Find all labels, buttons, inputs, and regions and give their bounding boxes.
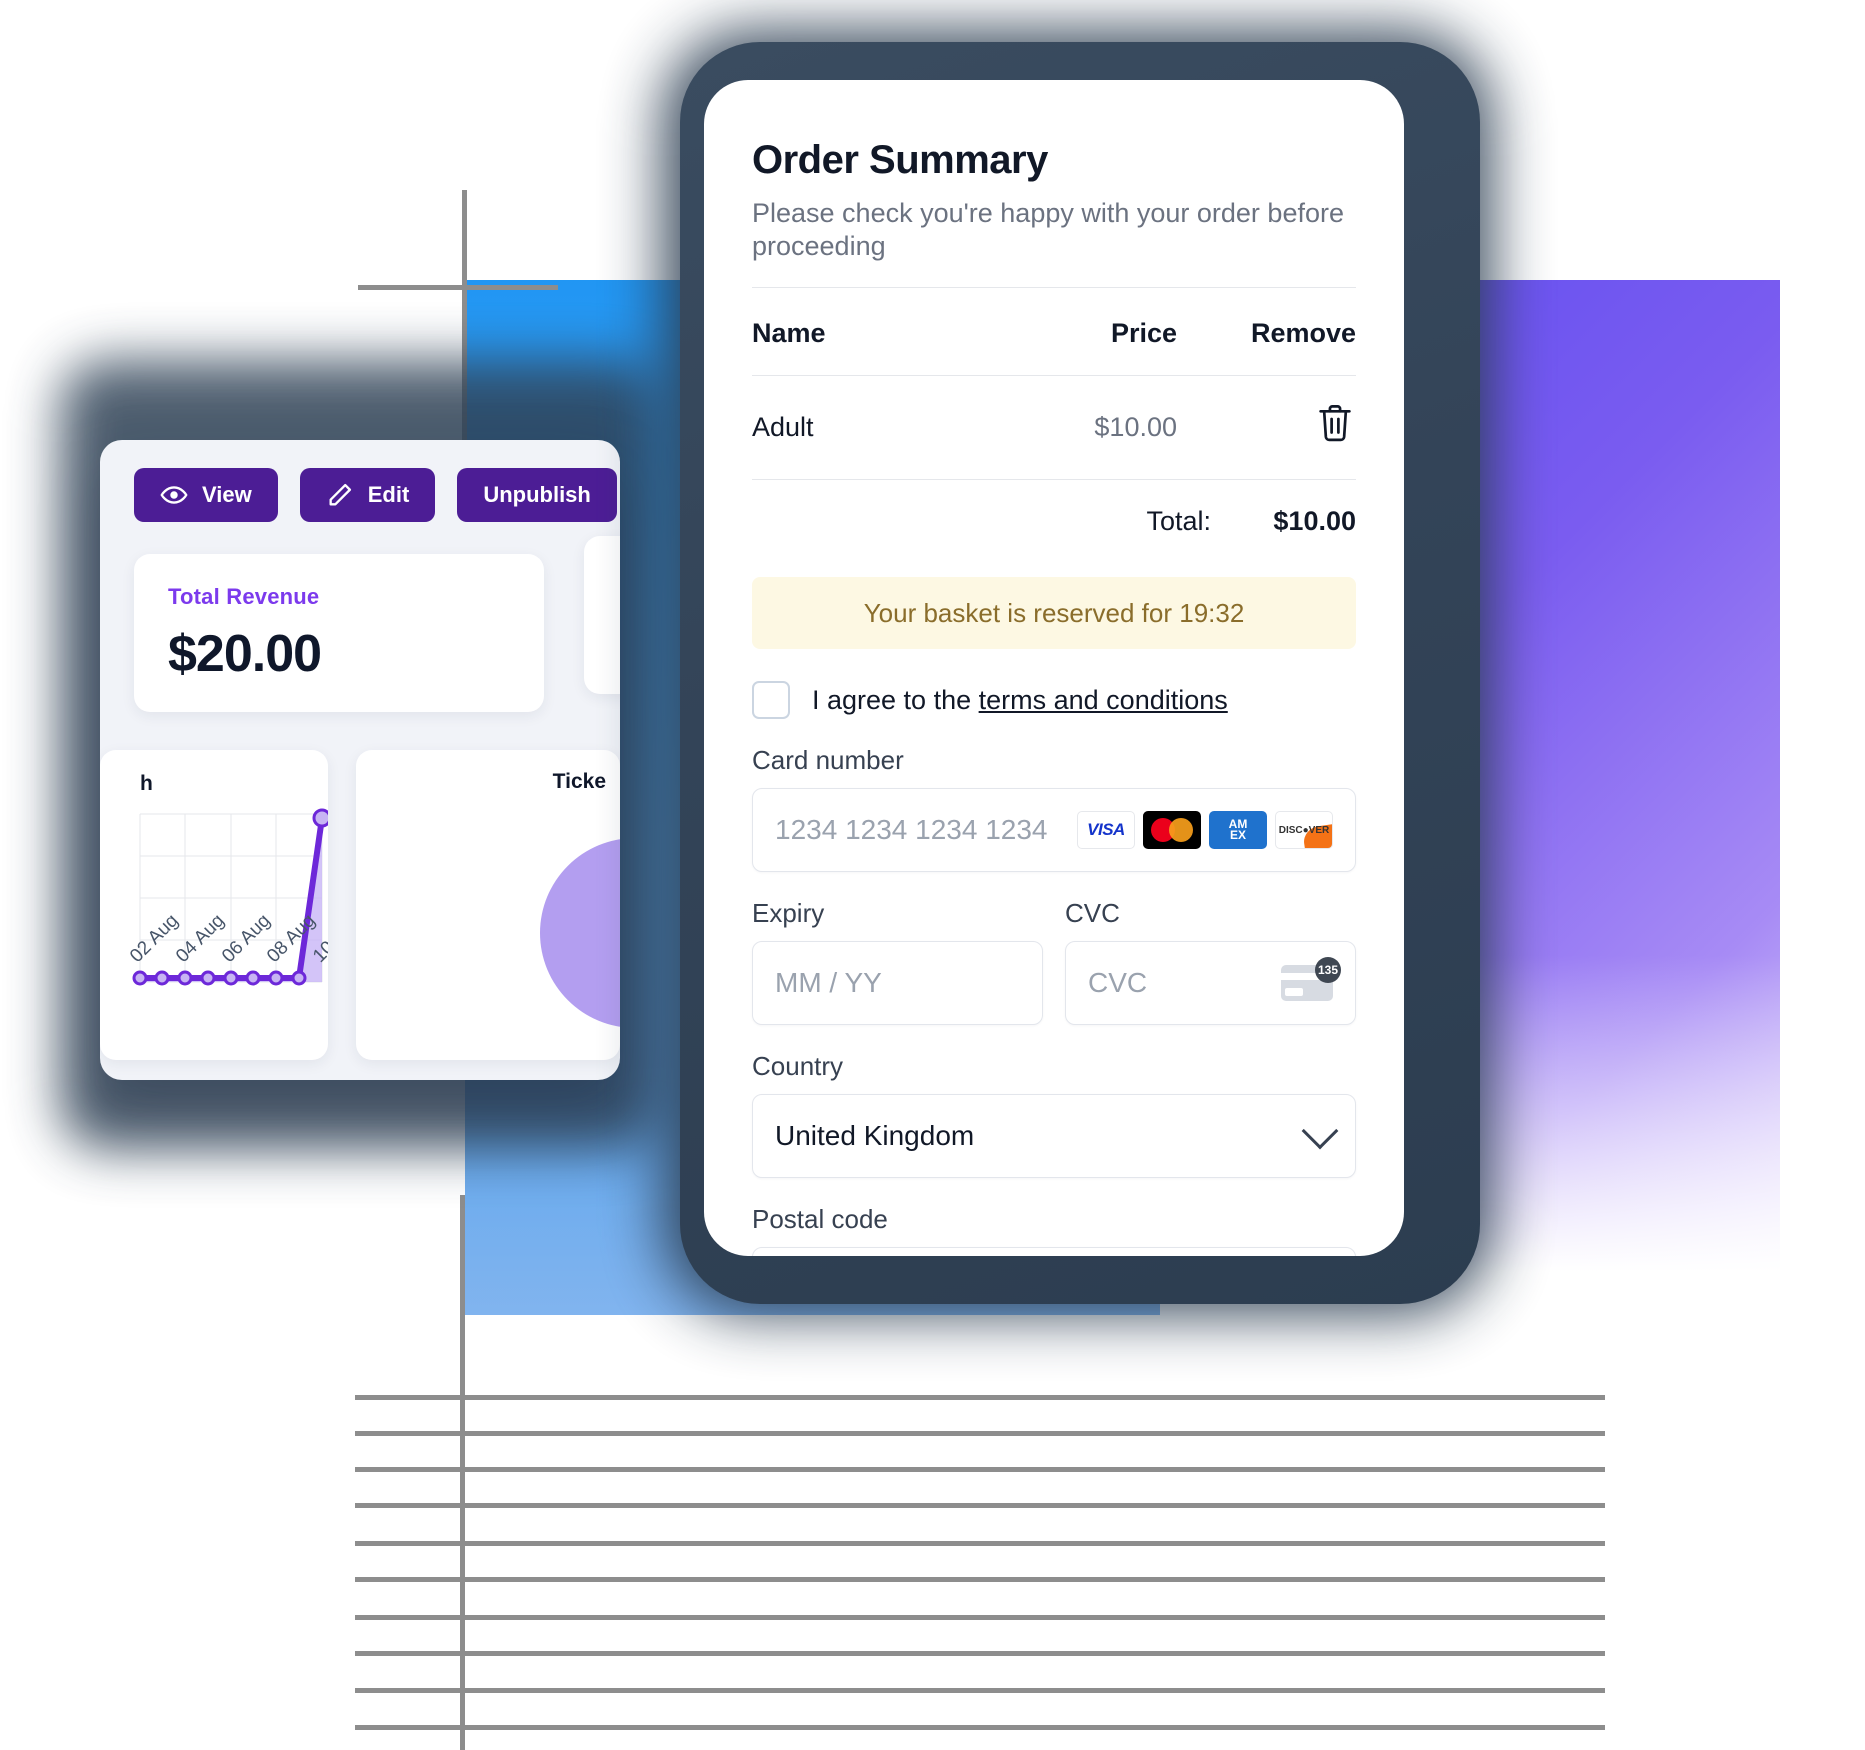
grid-horizontal-line <box>355 1688 1605 1693</box>
grid-horizontal-line <box>355 1615 1605 1620</box>
ticket-pie-chart-card: Ticke <box>355 750 620 1060</box>
expiry-placeholder: MM / YY <box>775 967 882 999</box>
view-button-label: View <box>202 482 252 507</box>
terms-label: I agree to the terms and conditions <box>812 685 1228 716</box>
amex-icon: AM EX <box>1209 811 1267 850</box>
terms-agreement-row: I agree to the terms and conditions <box>752 681 1356 720</box>
postal-code-label: Postal code <box>752 1204 888 1235</box>
column-header-remove: Remove <box>1250 318 1356 349</box>
basket-reservation-notice: Your basket is reserved for 19:32 <box>752 577 1356 650</box>
view-button[interactable]: View <box>134 468 278 522</box>
secondary-stat-card <box>584 536 620 694</box>
total-value: $10.00 <box>1211 479 1356 564</box>
edit-button-label: Edit <box>367 482 410 507</box>
trash-icon <box>1314 405 1356 449</box>
chevron-down-icon <box>1301 1113 1339 1150</box>
page-title: Order Summary <box>752 138 1048 182</box>
grid-decoration <box>355 1195 1605 1750</box>
dashboard-card: View Edit Unpublish Total Revenue $20.00… <box>100 440 620 1080</box>
table-row: Adult $10.00 <box>752 375 1356 480</box>
terms-checkbox[interactable] <box>752 681 790 720</box>
discover-icon: DISC●VER <box>1275 811 1333 850</box>
grid-horizontal-line <box>355 1467 1605 1472</box>
line-chart-title: h <box>140 772 153 795</box>
visa-icon: VISA <box>1077 811 1135 850</box>
country-value: United Kingdom <box>775 1120 975 1152</box>
unpublish-button-label: Unpublish <box>483 482 591 507</box>
grid-vertical-line <box>460 1195 465 1750</box>
order-summary-table: Name Price Remove Adult $10.00 Total: $1… <box>752 288 1356 564</box>
unpublish-button[interactable]: Unpublish <box>457 468 617 522</box>
card-brand-icons: VISA AM EX DISC●VER <box>1077 811 1333 850</box>
terms-text-before: I agree to the <box>812 684 979 715</box>
grid-horizontal-line <box>355 1395 1605 1400</box>
eye-icon <box>160 481 188 509</box>
total-revenue-label: Total Revenue <box>168 584 320 609</box>
grid-horizontal-line <box>355 1503 1605 1508</box>
grid-horizontal-line <box>355 1577 1605 1582</box>
cvc-label: CVC <box>1065 898 1120 929</box>
charts-row: h 02 Aug 04 Aug 06 Aug 08 Aug 10 Ticke <box>100 750 620 1060</box>
screenshot-stage: View Edit Unpublish Total Revenue $20.00… <box>0 0 1865 1750</box>
expiry-label: Expiry <box>752 898 825 929</box>
grid-horizontal-line <box>355 1541 1605 1546</box>
total-revenue-card: Total Revenue $20.00 <box>134 554 544 712</box>
mastercard-icon <box>1143 811 1201 850</box>
grid-horizontal-line <box>355 1431 1605 1436</box>
dashboard-toolbar: View Edit Unpublish <box>134 468 620 522</box>
column-header-price: Price <box>1110 318 1177 349</box>
expiry-cvc-row: Expiry MM / YY CVC CVC 135 <box>752 872 1356 1026</box>
cvc-card-icon: 135 <box>1281 957 1341 1002</box>
pencil-icon <box>326 481 354 509</box>
revenue-line-chart-card: h 02 Aug 04 Aug 06 Aug 08 Aug 10 <box>100 750 328 1060</box>
pie-chart-title: Ticke <box>552 770 606 793</box>
grid-horizontal-line <box>355 1725 1605 1730</box>
total-revenue-value: $20.00 <box>168 625 322 683</box>
row-item-name: Adult <box>752 375 930 480</box>
expiry-input[interactable]: MM / YY <box>752 941 1043 1026</box>
grid-horizontal-line <box>355 1651 1605 1656</box>
card-number-input[interactable]: 1234 1234 1234 1234 VISA AM EX DISC●VER <box>752 788 1356 873</box>
terms-and-conditions-link[interactable]: terms and conditions <box>979 685 1228 715</box>
postal-code-input[interactable]: WS11 1DB <box>752 1247 1356 1256</box>
card-number-placeholder: 1234 1234 1234 1234 <box>775 814 1048 846</box>
total-label: Total: <box>929 479 1211 564</box>
cvc-placeholder: CVC <box>1088 967 1148 999</box>
table-header-row: Name Price Remove <box>752 288 1356 376</box>
remove-item-button[interactable] <box>1314 402 1356 449</box>
cvc-badge: 135 <box>1315 957 1341 984</box>
page-subtitle: Please check you're happy with your orde… <box>752 198 1344 262</box>
crosshair-horizontal-line <box>358 285 558 290</box>
edit-button[interactable]: Edit <box>299 468 436 522</box>
row-item-price: $10.00 <box>929 375 1211 480</box>
column-header-name: Name <box>752 318 826 349</box>
cvc-input[interactable]: CVC 135 <box>1065 941 1356 1026</box>
checkout-screen: Order Summary Please check you're happy … <box>704 80 1404 1256</box>
card-number-label: Card number <box>752 745 904 776</box>
country-label: Country <box>752 1051 844 1082</box>
country-select[interactable]: United Kingdom <box>752 1094 1356 1179</box>
total-row: Total: $10.00 <box>752 479 1356 564</box>
pie-slice-adult <box>539 838 620 1028</box>
